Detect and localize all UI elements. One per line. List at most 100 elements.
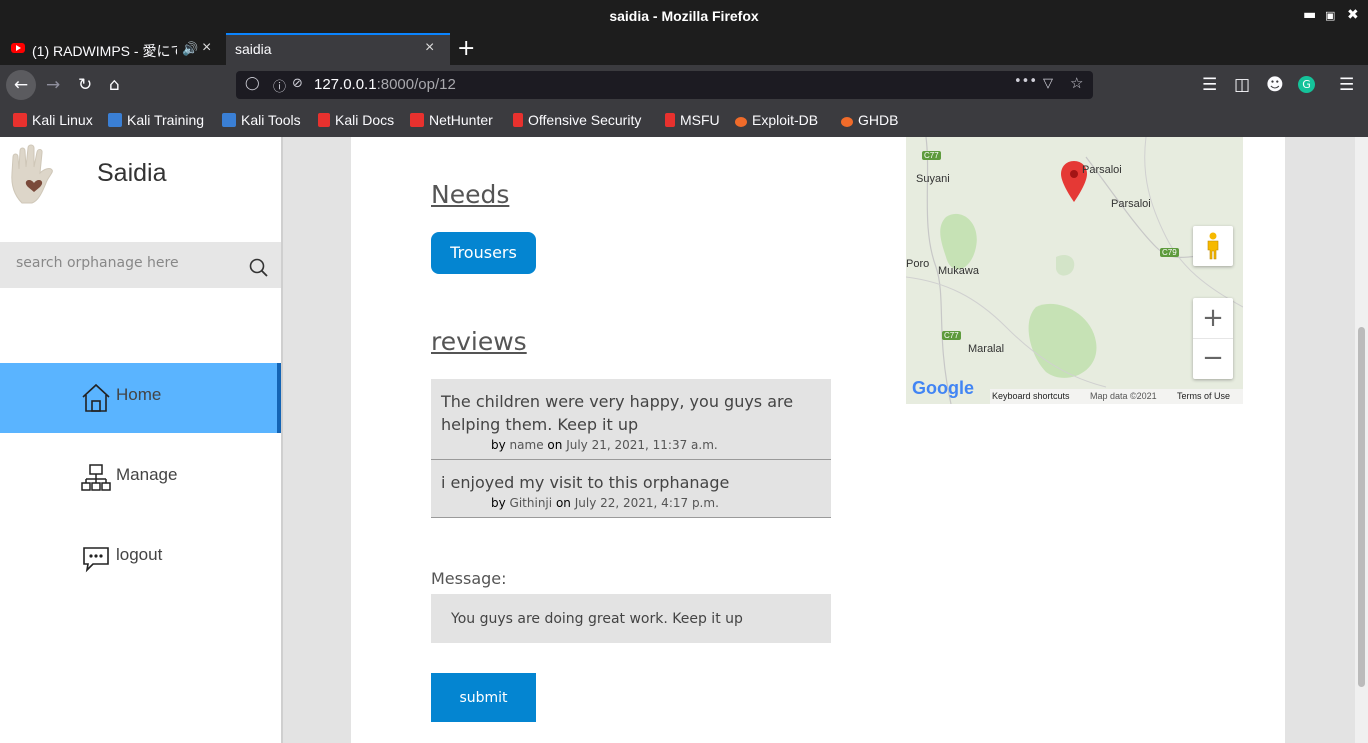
pocket-icon[interactable]: ▽ — [1043, 76, 1053, 91]
kali-icon — [222, 113, 236, 127]
chat-icon — [83, 547, 109, 573]
window-titlebar: saidia - Mozilla Firefox ▬ ▣ ✖ — [0, 0, 1368, 33]
forward-button[interactable]: → — [46, 75, 60, 95]
review-text: i enjoyed my visit to this orphanage — [441, 473, 730, 492]
review-text: The children were very happy, you guys a… — [441, 392, 794, 434]
grammarly-icon[interactable]: G — [1298, 76, 1315, 93]
maximize-icon[interactable]: ▣ — [1325, 9, 1335, 22]
bookmark-kali-training[interactable]: Kali Training — [108, 112, 204, 128]
on-word: on — [547, 438, 563, 452]
network-icon — [81, 464, 111, 491]
bookmark-label: GHDB — [858, 112, 899, 128]
zoom-controls: + − — [1193, 298, 1233, 379]
bookmark-label: Kali Docs — [335, 112, 395, 128]
bookmark-kali-linux[interactable]: Kali Linux — [13, 112, 93, 128]
google-logo-text: Google — [912, 378, 974, 398]
offsec-icon — [513, 113, 523, 127]
map-label-maralal: Maralal — [968, 343, 1005, 355]
youtube-icon — [11, 43, 25, 53]
sidebar-icon[interactable]: ◫ — [1234, 75, 1250, 95]
home-icon[interactable]: ⌂ — [109, 75, 120, 95]
on-word: on — [555, 496, 571, 510]
bookmark-nethunter[interactable]: NetHunter — [410, 112, 493, 128]
zoom-in-icon[interactable]: + — [1193, 298, 1233, 339]
sidebar-item-home[interactable]: Home — [0, 363, 281, 433]
review-meta: by Githinji on July 22, 2021, 4:17 p.m. — [491, 496, 821, 510]
pegman-button[interactable] — [1193, 226, 1233, 266]
back-button[interactable]: ← — [6, 70, 36, 100]
speaker-icon[interactable]: 🔊 — [182, 41, 198, 57]
brand-name: Saidia — [97, 159, 167, 187]
sidebar-item-manage[interactable]: Manage — [0, 443, 281, 513]
reviews-heading: reviews — [431, 327, 527, 356]
zoom-out-icon[interactable]: − — [1193, 339, 1233, 379]
road-c77: C77 — [942, 331, 961, 340]
bookmark-offensive-security[interactable]: Offensive Security — [513, 112, 641, 128]
url-bar[interactable]: ◯ ⓘ ⊘ 127.0.0.1:8000/op/12 ••• ▽ ☆ — [236, 71, 1093, 99]
road-c79: C79 — [1160, 248, 1179, 257]
google-map[interactable]: C77 C77 C79 Suyani Parsaloi Parsaloi Por… — [906, 137, 1243, 404]
tab-saidia[interactable]: saidia × — [226, 33, 450, 65]
info-icon[interactable]: ⓘ — [273, 76, 286, 95]
sidebar-item-label: logout — [116, 545, 163, 564]
kali-docs-icon — [318, 113, 330, 127]
review-date: July 21, 2021, 11:37 a.m. — [566, 438, 718, 452]
tab-label: saidia — [235, 41, 272, 57]
minimize-icon[interactable]: ▬ — [1303, 7, 1316, 23]
sidebar: Saidia Home — [0, 137, 283, 743]
reload-icon[interactable]: ↻ — [78, 75, 92, 95]
more-actions-icon[interactable]: ••• — [1014, 74, 1037, 89]
submit-button[interactable]: submit — [431, 673, 536, 722]
bookmark-msfu[interactable]: MSFU — [665, 112, 720, 128]
keyboard-shortcuts-link[interactable]: Keyboard shortcuts — [992, 391, 1070, 401]
url-text[interactable]: 127.0.0.1:8000/op/12 — [314, 76, 456, 93]
account-icon[interactable]: ☻ — [1266, 75, 1284, 95]
window-title: saidia - Mozilla Firefox — [609, 8, 759, 24]
needs-heading: Needs — [431, 180, 510, 209]
bookmark-label: Exploit-DB — [752, 112, 819, 128]
bookmark-label: Kali Linux — [32, 112, 93, 128]
kali-icon — [108, 113, 122, 127]
search-input[interactable] — [14, 254, 238, 272]
need-tag-trousers[interactable]: Trousers — [431, 232, 536, 274]
close-window-icon[interactable]: ✖ — [1347, 7, 1359, 23]
exploit-db-icon — [735, 117, 747, 127]
shield-icon[interactable]: ◯ — [245, 76, 260, 91]
library-icon[interactable]: ☰ — [1202, 75, 1217, 95]
tab-close-icon[interactable]: × — [202, 39, 211, 57]
new-tab-icon[interactable]: + — [457, 36, 475, 61]
bookmark-ghdb[interactable]: GHDB — [841, 112, 898, 128]
map-label-parsaloi: Parsaloi — [1111, 198, 1151, 210]
message-input[interactable] — [431, 594, 831, 643]
bookmark-kali-docs[interactable]: Kali Docs — [318, 112, 394, 128]
sidebar-item-label: Home — [116, 385, 162, 404]
search-icon[interactable] — [249, 258, 268, 277]
sidebar-item-logout[interactable]: logout — [0, 523, 281, 593]
map-label-mukawa: Mukawa — [938, 265, 979, 277]
menu-icon[interactable]: ☰ — [1339, 75, 1354, 95]
kali-icon — [410, 113, 424, 127]
bookmark-exploit-db[interactable]: Exploit-DB — [735, 112, 818, 128]
review-meta: by name on July 21, 2021, 11:37 a.m. — [491, 438, 821, 452]
msfu-icon — [665, 113, 675, 127]
map-label-suyani: Suyani — [916, 173, 950, 185]
page-scrollbar[interactable] — [1355, 137, 1368, 743]
bookmark-label: Offensive Security — [528, 112, 642, 128]
tab-close-icon[interactable]: × — [425, 39, 434, 57]
url-host: 127.0.0.1 — [314, 76, 377, 93]
sidebar-item-label: Manage — [116, 465, 178, 484]
bookmark-kali-tools[interactable]: Kali Tools — [222, 112, 301, 128]
scrollbar-thumb[interactable] — [1358, 327, 1365, 687]
pegman-icon — [1207, 232, 1219, 260]
insecure-icon[interactable]: ⊘ — [292, 76, 303, 91]
terms-of-use-link[interactable]: Terms of Use — [1177, 391, 1230, 401]
navigation-toolbar: ← → ↻ ⌂ ◯ ⓘ ⊘ 127.0.0.1:8000/op/12 ••• ▽… — [0, 65, 1368, 105]
tab-youtube[interactable]: (1) RADWIMPS - 愛にて 🔊 × — [0, 33, 225, 65]
bookmark-label: MSFU — [680, 112, 720, 128]
tab-strip: (1) RADWIMPS - 愛にて 🔊 × saidia × + — [0, 33, 1368, 65]
reviews-list: The children were very happy, you guys a… — [431, 379, 831, 518]
kali-icon — [13, 113, 27, 127]
review-item: i enjoyed my visit to this orphanage by … — [431, 460, 831, 518]
hand-heart-logo — [11, 144, 53, 204]
bookmark-star-icon[interactable]: ☆ — [1070, 74, 1083, 92]
